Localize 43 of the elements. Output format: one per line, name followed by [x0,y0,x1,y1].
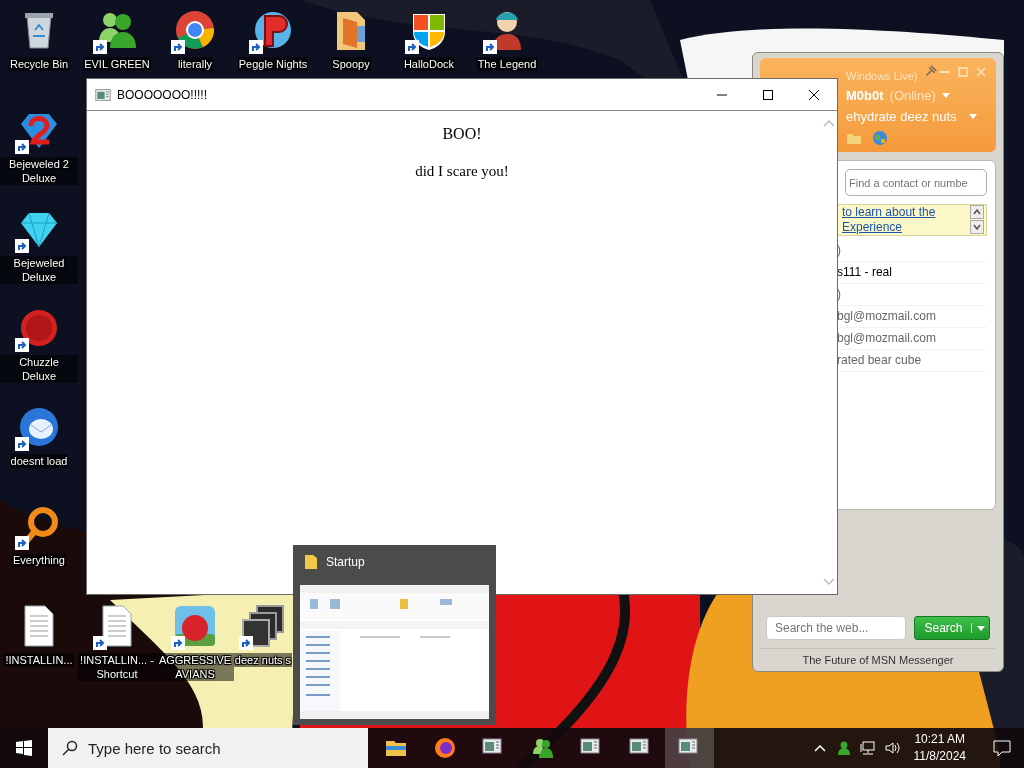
taskbar-button[interactable] [665,728,714,768]
maximize-icon [762,88,774,101]
icon-label[interactable]: Spoopy [331,57,371,71]
firefox-icon [432,736,457,760]
banner-link[interactable]: to learn about the [842,205,936,220]
scroll-up-button[interactable] [970,205,984,219]
app-window-icon [95,86,111,103]
folder-icon [304,554,318,570]
icon-label[interactable]: !INSTALLIN... - Shortcut [78,653,156,681]
mail-icon[interactable] [17,405,61,449]
heading: BOO! [442,125,482,143]
clock-time[interactable]: 10:21 AM [914,731,966,748]
caret-icon [970,623,986,633]
contact-search-field[interactable]: Find a contact or numbe [845,169,987,196]
icon-label[interactable]: Chuzzle Deluxe [0,355,78,383]
thumbnail-title: Startup [326,555,365,569]
people-icon [530,736,555,760]
message-text: did I scare you! [415,163,509,180]
window-stack-icon[interactable] [241,604,285,648]
icon-label[interactable]: Bejeweled Deluxe [0,256,78,284]
window-title: BOOOOOOO!!!!! [117,87,208,102]
speech-bubble-icon [993,739,1011,757]
web-search-field[interactable]: Search the web... [766,616,906,640]
network-icon [859,740,876,756]
close-icon [808,88,820,101]
scroll-down-button[interactable] [970,220,984,234]
window-title: Windows Live) [846,70,918,82]
search-field[interactable]: Type here to search [48,728,368,768]
banner-link[interactable]: Experience [842,220,936,235]
maximize-icon [958,67,968,77]
close-icon [976,67,986,77]
person-icon [835,740,852,756]
pin-icon[interactable] [924,64,938,78]
clock-date[interactable]: 11/8/2024 [913,748,966,765]
footer-text: The Future of MSN Messenger [760,648,996,671]
window-thumbnail[interactable]: Startup [293,545,496,725]
minimize-icon [940,71,950,73]
search-icon [62,740,78,756]
app-tile-icon[interactable] [173,604,217,648]
windows-logo-icon [16,740,32,756]
icon-label[interactable]: Bejeweled 2 Deluxe [0,157,78,185]
volume-icon [883,740,900,756]
browser-icon[interactable] [173,8,217,52]
